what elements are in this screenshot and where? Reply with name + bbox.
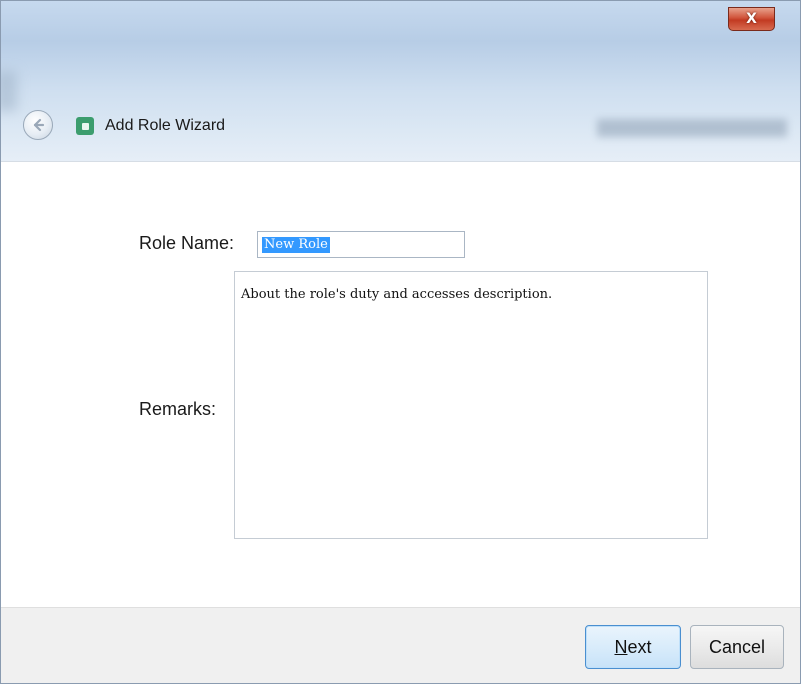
role-name-input[interactable]: New Role (257, 231, 465, 258)
close-button[interactable]: X (728, 7, 775, 31)
next-button[interactable]: Next (585, 625, 681, 669)
close-icon: X (746, 11, 757, 27)
next-label: ext (627, 636, 652, 657)
role-name-selected-text: New Role (262, 237, 330, 253)
back-arrow-icon (33, 118, 45, 132)
wizard-window: X Add Role Wizard Role Name: New Role Re… (0, 0, 801, 684)
page-title: Add Role Wizard (105, 117, 226, 134)
app-icon (76, 117, 94, 135)
wizard-footer: Next Cancel (1, 607, 800, 683)
back-button[interactable] (23, 110, 53, 140)
role-name-label: Role Name: (139, 233, 235, 253)
cancel-button[interactable]: Cancel (690, 625, 784, 669)
wizard-header: Add Role Wizard (1, 105, 800, 149)
remarks-textarea[interactable]: About the role's duty and accesses descr… (234, 271, 708, 539)
remarks-label: Remarks: (139, 399, 217, 419)
next-mnemonic: N (614, 636, 628, 657)
